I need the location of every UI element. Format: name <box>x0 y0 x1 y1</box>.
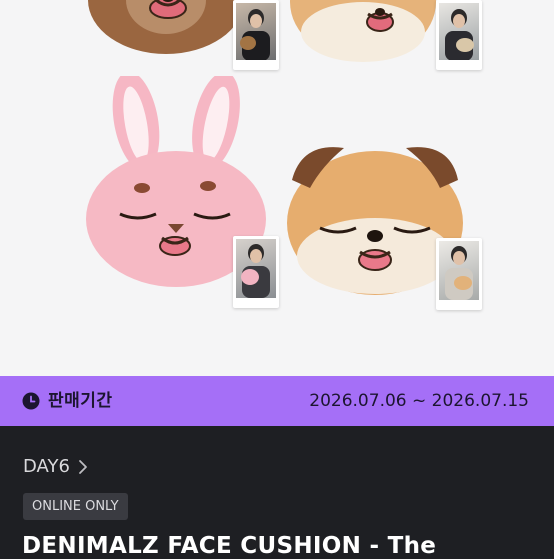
product-title: DENIMALZ FACE CUSHION - The <box>22 533 437 559</box>
brown-bear-cushion <box>88 0 244 54</box>
photocard <box>233 0 279 70</box>
sale-period-dates: 2026.07.06 ~ 2026.07.15 <box>309 391 529 411</box>
product-image[interactable] <box>0 0 554 376</box>
online-only-badge: ONLINE ONLY <box>23 493 128 520</box>
clock-icon <box>22 392 40 410</box>
photocard <box>436 0 482 70</box>
artist-name: DAY6 <box>23 456 70 477</box>
chevron-right-icon <box>79 459 87 474</box>
photocard <box>233 236 279 308</box>
product-info: DAY6 ONLINE ONLY DENIMALZ FACE CUSHION -… <box>0 426 554 559</box>
sale-period-bar: 판매기간 2026.07.06 ~ 2026.07.15 <box>0 376 554 426</box>
artist-link[interactable]: DAY6 <box>23 456 88 477</box>
sale-period-label: 판매기간 <box>48 391 113 411</box>
fox-cushion <box>290 0 436 62</box>
photocard <box>436 238 482 310</box>
